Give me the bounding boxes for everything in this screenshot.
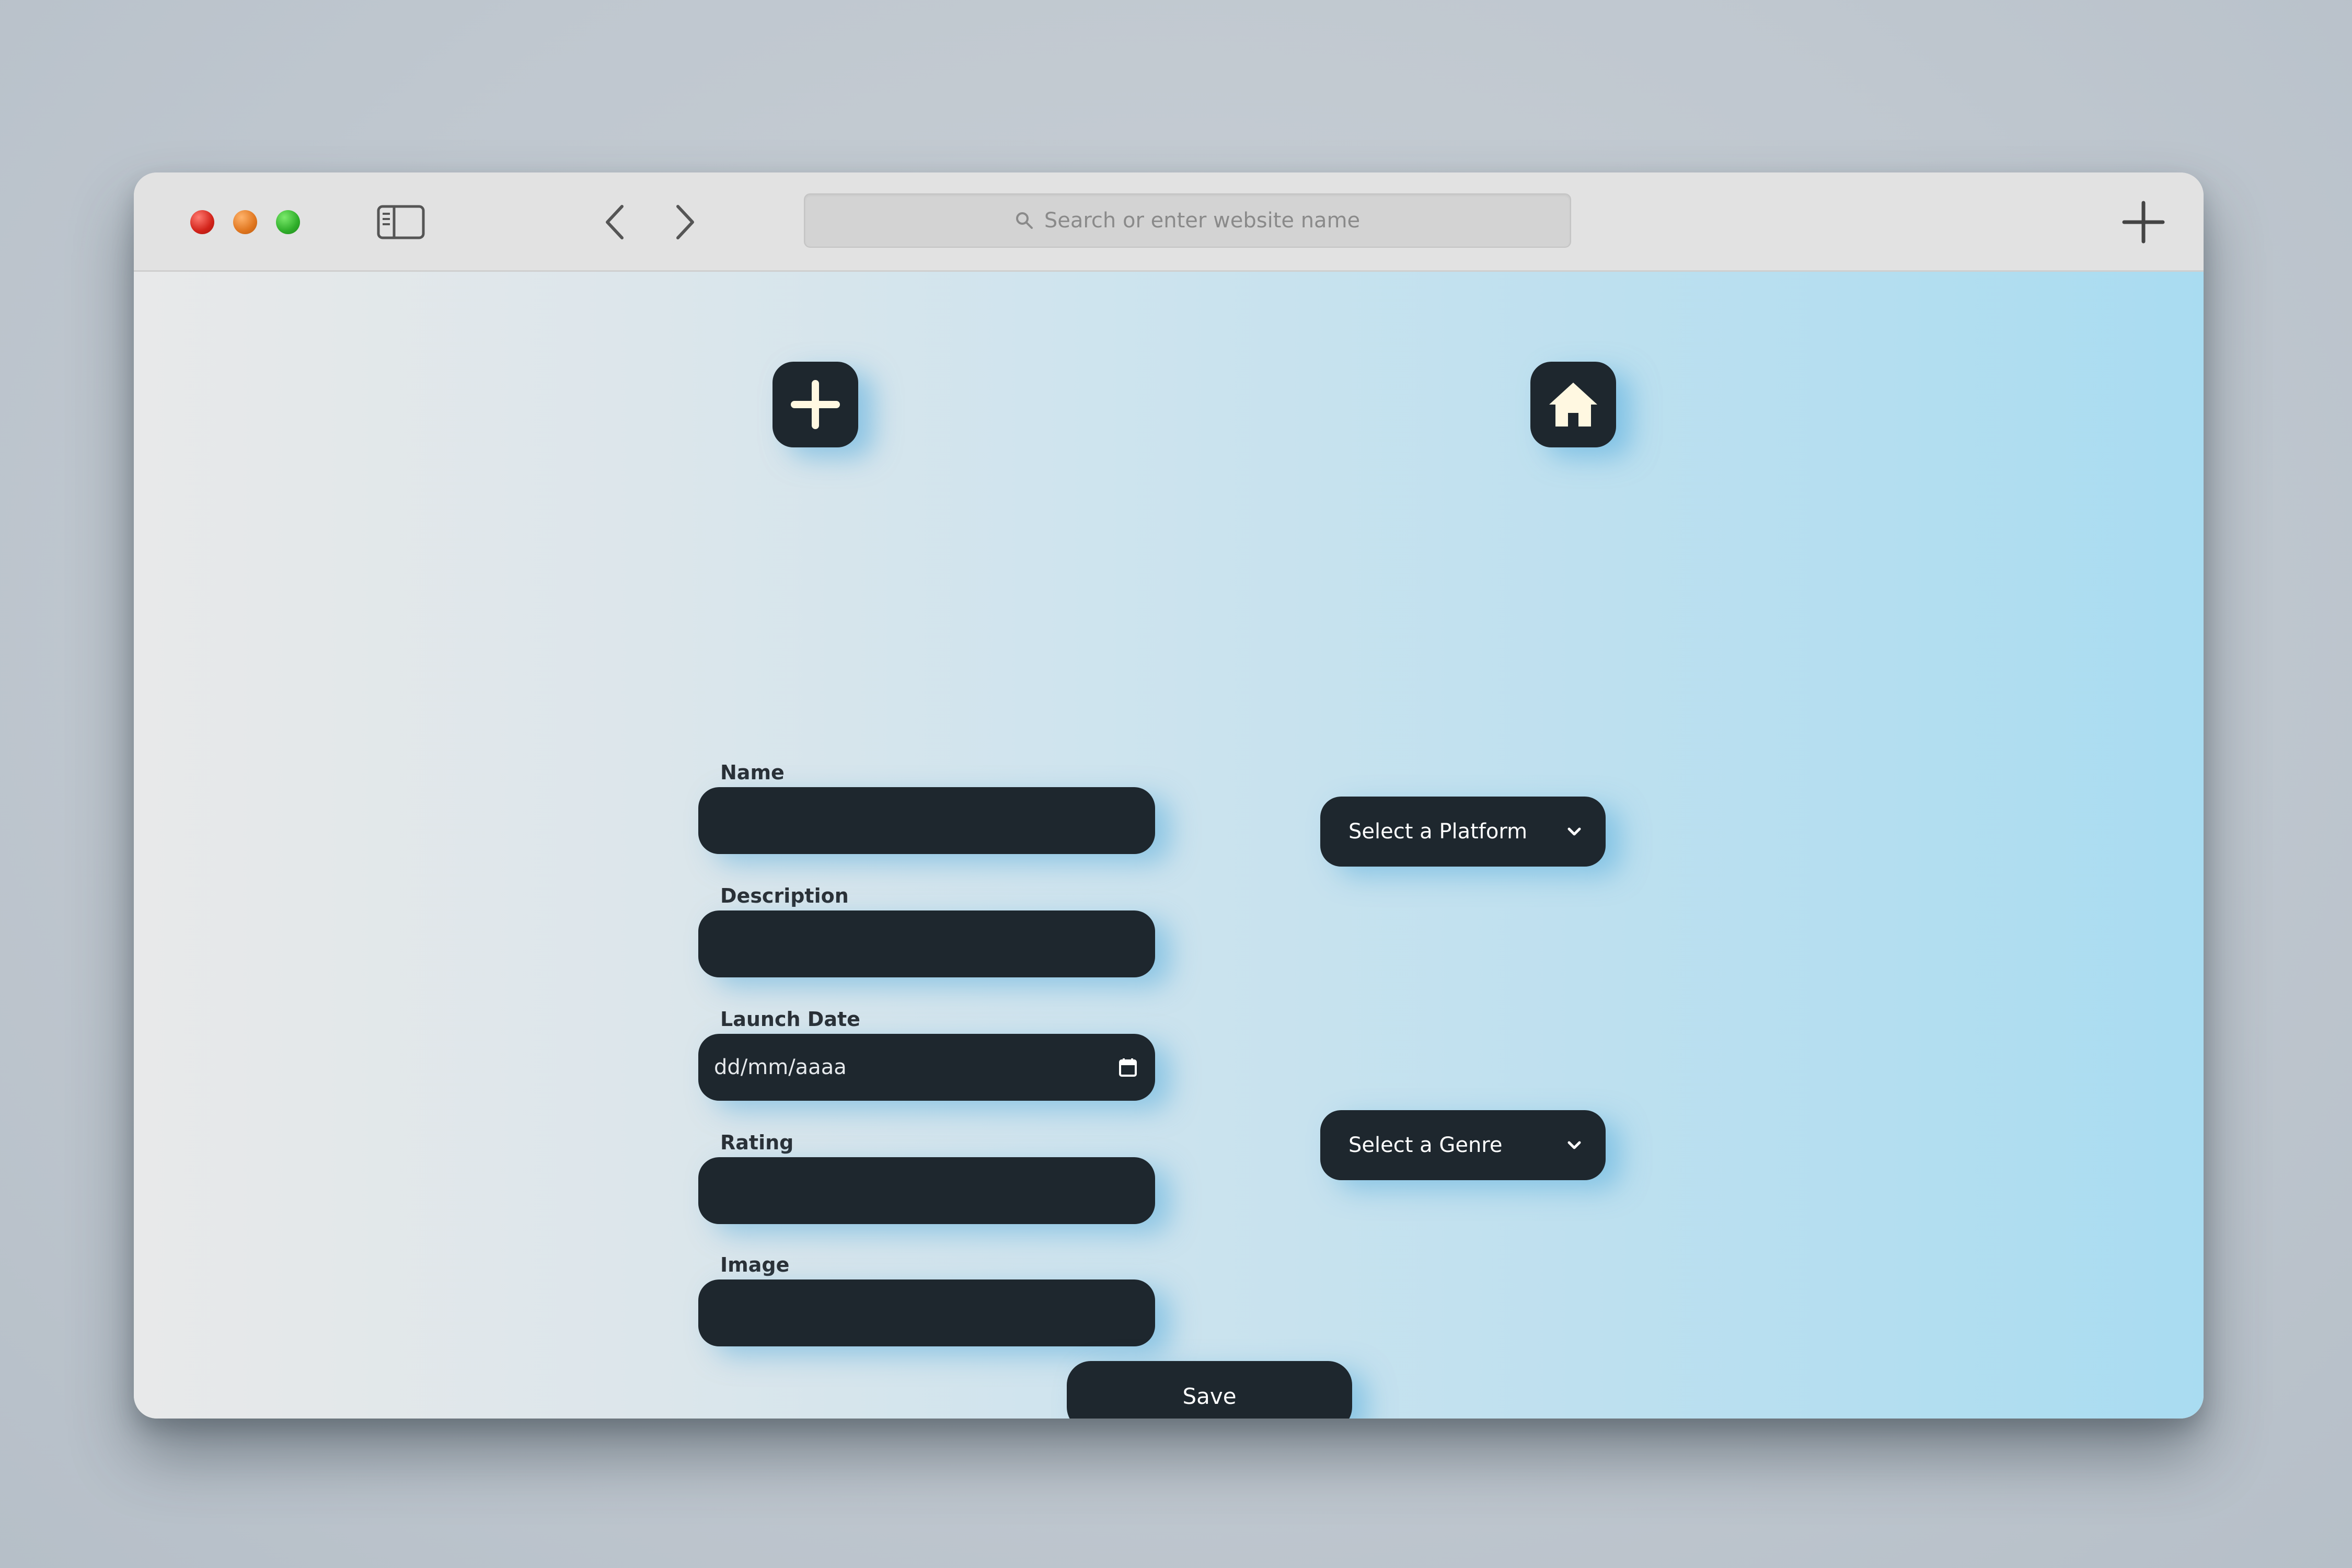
image-label: Image [720,1253,790,1276]
address-bar[interactable]: Search or enter website name [804,193,1571,248]
platform-select[interactable]: Select a Platform [1320,797,1606,867]
platform-select-label: Select a Platform [1348,820,1528,844]
address-placeholder: Search or enter website name [1044,209,1361,233]
minimize-window-button[interactable] [233,210,257,234]
image-input[interactable] [698,1279,1155,1346]
close-window-button[interactable] [190,210,214,234]
zoom-window-button[interactable] [276,210,300,234]
description-label: Description [720,884,849,907]
back-arrow-icon[interactable] [599,201,630,243]
browser-window: Search or enter website name Name Descri… [134,172,2204,1419]
chevron-down-icon [1567,827,1581,836]
genre-select-label: Select a Genre [1348,1133,1503,1157]
add-button[interactable] [773,362,858,447]
name-label: Name [720,761,785,784]
genre-select[interactable]: Select a Genre [1320,1110,1606,1180]
forward-arrow-icon[interactable] [670,201,701,243]
plus-icon [791,380,840,429]
home-icon [1549,383,1597,426]
launch-date-input[interactable]: dd/mm/aaaa [698,1034,1155,1101]
browser-toolbar: Search or enter website name [134,172,2204,272]
page-content: Name Description Launch Date dd/mm/aaaa … [134,272,2204,1419]
chevron-down-icon [1567,1141,1581,1149]
new-tab-plus-icon[interactable] [2120,199,2167,246]
description-input[interactable] [698,910,1155,977]
launch-date-placeholder: dd/mm/aaaa [714,1055,847,1079]
calendar-icon[interactable] [1119,1057,1137,1077]
home-button[interactable] [1530,362,1616,447]
save-button[interactable]: Save [1067,1361,1352,1419]
rating-label: Rating [720,1131,794,1154]
search-icon [1016,212,1033,229]
launch-date-label: Launch Date [720,1008,860,1031]
rating-input[interactable] [698,1157,1155,1224]
sidebar-toggle-icon[interactable] [376,204,425,240]
name-input[interactable] [698,787,1155,854]
